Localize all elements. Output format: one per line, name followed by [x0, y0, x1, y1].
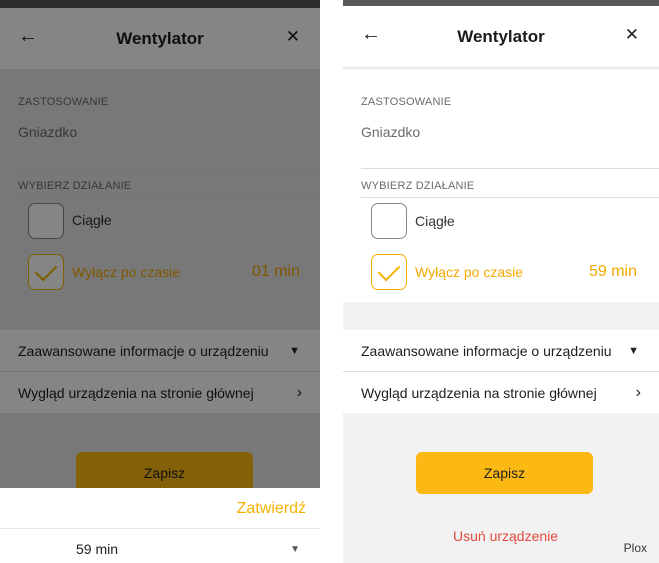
close-icon[interactable]: ✕: [625, 24, 639, 46]
brand-label: Plox: [623, 541, 647, 555]
save-button[interactable]: Zapisz: [416, 452, 593, 494]
timer-option-label: Wyłącz po czasie: [415, 264, 524, 280]
advanced-info-label: Zaawansowane informacje o urządzeniu: [361, 342, 612, 359]
confirm-button[interactable]: Zatwierdź: [237, 500, 306, 518]
caret-down-icon: ▼: [628, 344, 639, 357]
time-picker-sheet: Zatwierdź 59 min ▼: [0, 488, 320, 563]
usage-value: Gniazdko: [361, 124, 421, 140]
left-phone-screen: ← Wentylator ✕ ZASTOSOWANIE Gniazdko WYB…: [0, 0, 320, 563]
continuous-option-label: Ciągłe: [415, 213, 455, 229]
chevron-right-icon: ›: [635, 383, 641, 401]
arrow-left-icon[interactable]: ←: [361, 22, 381, 46]
continuous-checkbox[interactable]: [371, 203, 407, 239]
divider: [361, 168, 659, 169]
delete-device-link[interactable]: Usuń urządzenie: [453, 528, 558, 544]
right-phone-screen: ← Wentylator ✕ ZASTOSOWANIE Gniazdko WYB…: [343, 0, 659, 563]
caret-down-icon[interactable]: ▼: [290, 544, 300, 555]
picker-selected-value[interactable]: 59 min: [76, 541, 118, 557]
page-title: Wentylator: [457, 26, 545, 46]
appearance-label: Wygląd urządzenia na stronie głównej: [361, 384, 597, 401]
action-section-label: WYBIERZ DZIAŁANIE: [361, 180, 475, 192]
advanced-info-row[interactable]: Zaawansowane informacje o urządzeniu ▼: [343, 330, 659, 371]
modal-overlay[interactable]: [0, 0, 320, 488]
app-header: ← Wentylator ✕: [343, 6, 659, 68]
divider: [0, 528, 320, 529]
divider: [361, 197, 659, 198]
usage-section-label: ZASTOSOWANIE: [361, 96, 452, 108]
timer-checkbox[interactable]: [371, 254, 407, 290]
appearance-row[interactable]: Wygląd urządzenia na stronie głównej ›: [343, 372, 659, 413]
timer-value[interactable]: 59 min: [589, 263, 637, 281]
